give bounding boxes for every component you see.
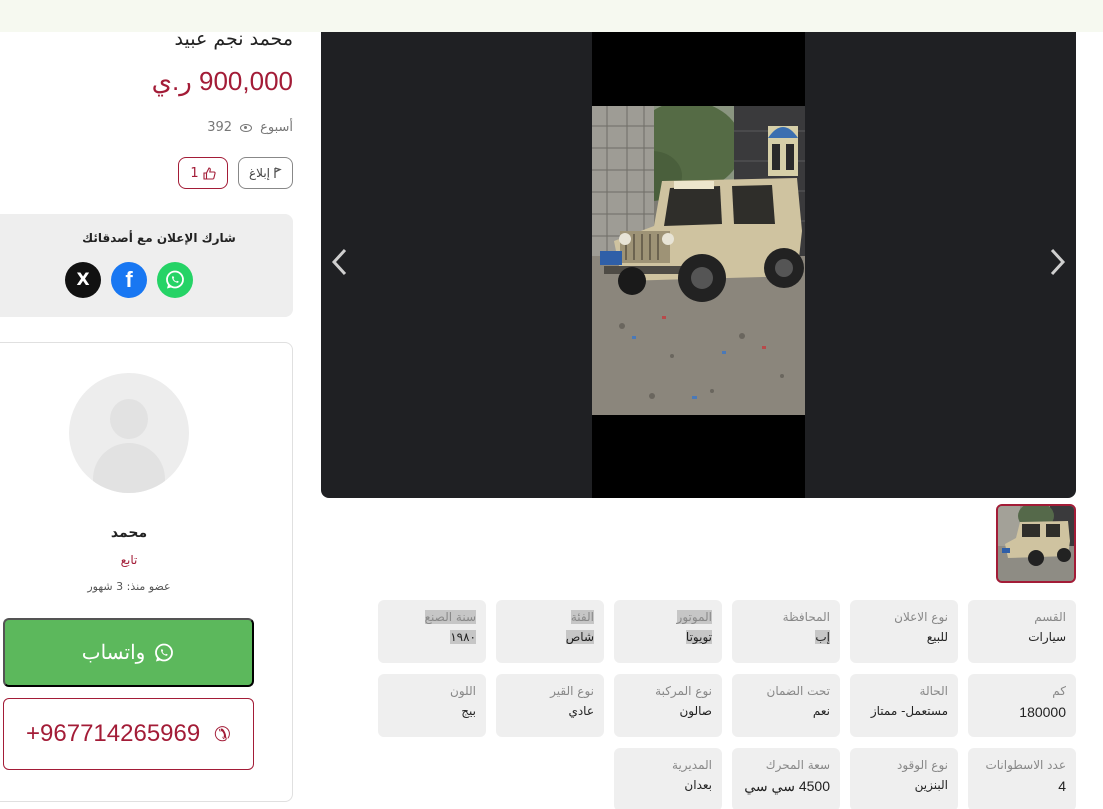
spec-governorate: المحافظة إب bbox=[732, 600, 840, 663]
seller-name: محمد bbox=[110, 525, 148, 541]
spec-vehicle-type: نوع المركبة صالون bbox=[614, 674, 722, 737]
posted-time: أسبوع bbox=[260, 120, 293, 135]
spec-transmission: نوع القير عادي bbox=[496, 674, 604, 737]
spec-label: سعة المحرك bbox=[765, 758, 830, 772]
spec-value: إب bbox=[742, 629, 830, 644]
spec-label-text: سنة الصنع bbox=[424, 610, 476, 624]
spec-value: 180000 bbox=[1019, 703, 1066, 720]
share-title: شارك الإعلان مع أصدقائك bbox=[82, 231, 236, 245]
spec-label: نوع الوقود bbox=[897, 758, 948, 772]
spec-label: الحالة bbox=[919, 684, 948, 698]
whatsapp-icon bbox=[166, 270, 184, 289]
spec-label: تحت الضمان bbox=[766, 684, 831, 698]
facebook-icon: f bbox=[125, 267, 133, 292]
spec-label: نوع الاعلان bbox=[894, 610, 948, 624]
spec-district: المديرية بعدان bbox=[614, 748, 722, 809]
spec-label-text: الموتور bbox=[676, 610, 712, 624]
report-button[interactable]: إبلاغ bbox=[238, 157, 293, 189]
spec-label: كم bbox=[1052, 684, 1066, 698]
spec-value: مستعمل- ممتاز bbox=[870, 703, 948, 718]
spec-year: سنة الصنع ١٩٨٠ bbox=[378, 600, 486, 663]
whatsapp-contact-button[interactable]: واتساب bbox=[3, 618, 254, 687]
spec-value: نعم bbox=[812, 703, 830, 718]
spec-value-text: إب bbox=[815, 629, 830, 644]
follow-link[interactable]: تابع bbox=[0, 553, 258, 567]
spec-value: شاص bbox=[506, 629, 594, 644]
spec-color: اللون بيج bbox=[378, 674, 486, 737]
spec-value: البنزين bbox=[914, 777, 948, 792]
spec-value: بعدان bbox=[684, 777, 712, 792]
spec-engine-capacity: سعة المحرك 4500 سي سي bbox=[732, 748, 840, 809]
spec-value: 4500 سي سي bbox=[744, 777, 830, 794]
chevron-right-icon bbox=[1050, 248, 1066, 276]
listing-price: 900,000 ر.ي bbox=[151, 66, 293, 96]
thumbs-up-icon bbox=[203, 166, 216, 180]
spec-value: ١٩٨٠ bbox=[388, 629, 476, 644]
report-label: إبلاغ bbox=[249, 166, 270, 180]
spec-value: تويوتا bbox=[624, 629, 712, 644]
share-box: شارك الإعلان مع أصدقائك X f bbox=[0, 214, 293, 317]
phone-icon: ✆ bbox=[214, 723, 231, 746]
eye-icon bbox=[240, 123, 253, 132]
share-x-button[interactable]: X bbox=[65, 262, 101, 298]
gallery-prev-arrow[interactable] bbox=[329, 247, 353, 276]
spec-value: صالون bbox=[679, 703, 712, 718]
spec-value: سيارات bbox=[1028, 629, 1066, 644]
gallery-next-arrow[interactable] bbox=[1046, 247, 1070, 276]
phone-call-button[interactable]: +967714265969 ✆ bbox=[3, 698, 254, 770]
share-facebook-button[interactable]: f bbox=[111, 262, 147, 298]
listing-meta: أسبوع 392 bbox=[207, 120, 293, 135]
spec-label: الموتور bbox=[624, 610, 712, 626]
like-count: 1 bbox=[190, 165, 199, 181]
main-photo[interactable] bbox=[592, 106, 805, 415]
spec-value-text: شاص bbox=[565, 629, 594, 644]
whatsapp-label: واتساب bbox=[81, 642, 146, 664]
spec-fuel-type: نوع الوقود البنزين bbox=[850, 748, 958, 809]
spec-category: القسم سيارات bbox=[968, 600, 1076, 663]
spec-label: سنة الصنع bbox=[388, 610, 476, 626]
spec-class: الفئة شاص bbox=[496, 600, 604, 663]
spec-value: 4 bbox=[1058, 777, 1066, 794]
spec-label: الفئة bbox=[506, 610, 594, 626]
spec-label: القسم bbox=[1034, 610, 1066, 624]
spec-label-text: الفئة bbox=[570, 610, 594, 624]
whatsapp-icon bbox=[155, 643, 174, 661]
member-since: عضو منذ: 3 شهور bbox=[87, 580, 171, 593]
spec-label: عدد الاسطوانات bbox=[985, 758, 1066, 772]
spec-label: المحافظة bbox=[782, 610, 830, 624]
x-icon: X bbox=[76, 270, 90, 290]
spec-label: اللون bbox=[450, 684, 476, 698]
avatar-head-shape bbox=[110, 399, 148, 439]
flag-icon bbox=[274, 167, 282, 178]
spec-value-text: ١٩٨٠ bbox=[450, 629, 476, 644]
spec-warranty: تحت الضمان نعم bbox=[732, 674, 840, 737]
phone-number: +967714265969 bbox=[26, 720, 201, 747]
top-bar bbox=[0, 0, 1103, 32]
image-gallery bbox=[321, 32, 1076, 498]
spec-make: الموتور تويوتا bbox=[614, 600, 722, 663]
share-whatsapp-button[interactable] bbox=[157, 262, 193, 298]
spec-value: بيج bbox=[461, 703, 476, 718]
gallery-thumbnail[interactable] bbox=[996, 504, 1076, 583]
spec-value: عادي bbox=[568, 703, 594, 718]
listing-title: محمد نجم عبيد bbox=[174, 28, 293, 50]
spec-value-text: تويوتا bbox=[685, 629, 712, 644]
avatar bbox=[69, 373, 189, 493]
spec-label: المديرية bbox=[672, 758, 712, 772]
spec-label: نوع المركبة bbox=[655, 684, 712, 698]
chevron-left-icon bbox=[331, 248, 347, 276]
spec-mileage: كم 180000 bbox=[968, 674, 1076, 737]
spec-cylinders: عدد الاسطوانات 4 bbox=[968, 748, 1076, 809]
main-photo-frame bbox=[592, 32, 805, 498]
views-count: 392 bbox=[207, 120, 233, 135]
spec-condition: الحالة مستعمل- ممتاز bbox=[850, 674, 958, 737]
avatar-body-shape bbox=[93, 443, 165, 493]
spec-label: نوع القير bbox=[550, 684, 594, 698]
like-button[interactable]: 1 bbox=[178, 157, 228, 189]
spec-value: للبيع bbox=[926, 629, 948, 644]
spec-ad-type: نوع الاعلان للبيع bbox=[850, 600, 958, 663]
